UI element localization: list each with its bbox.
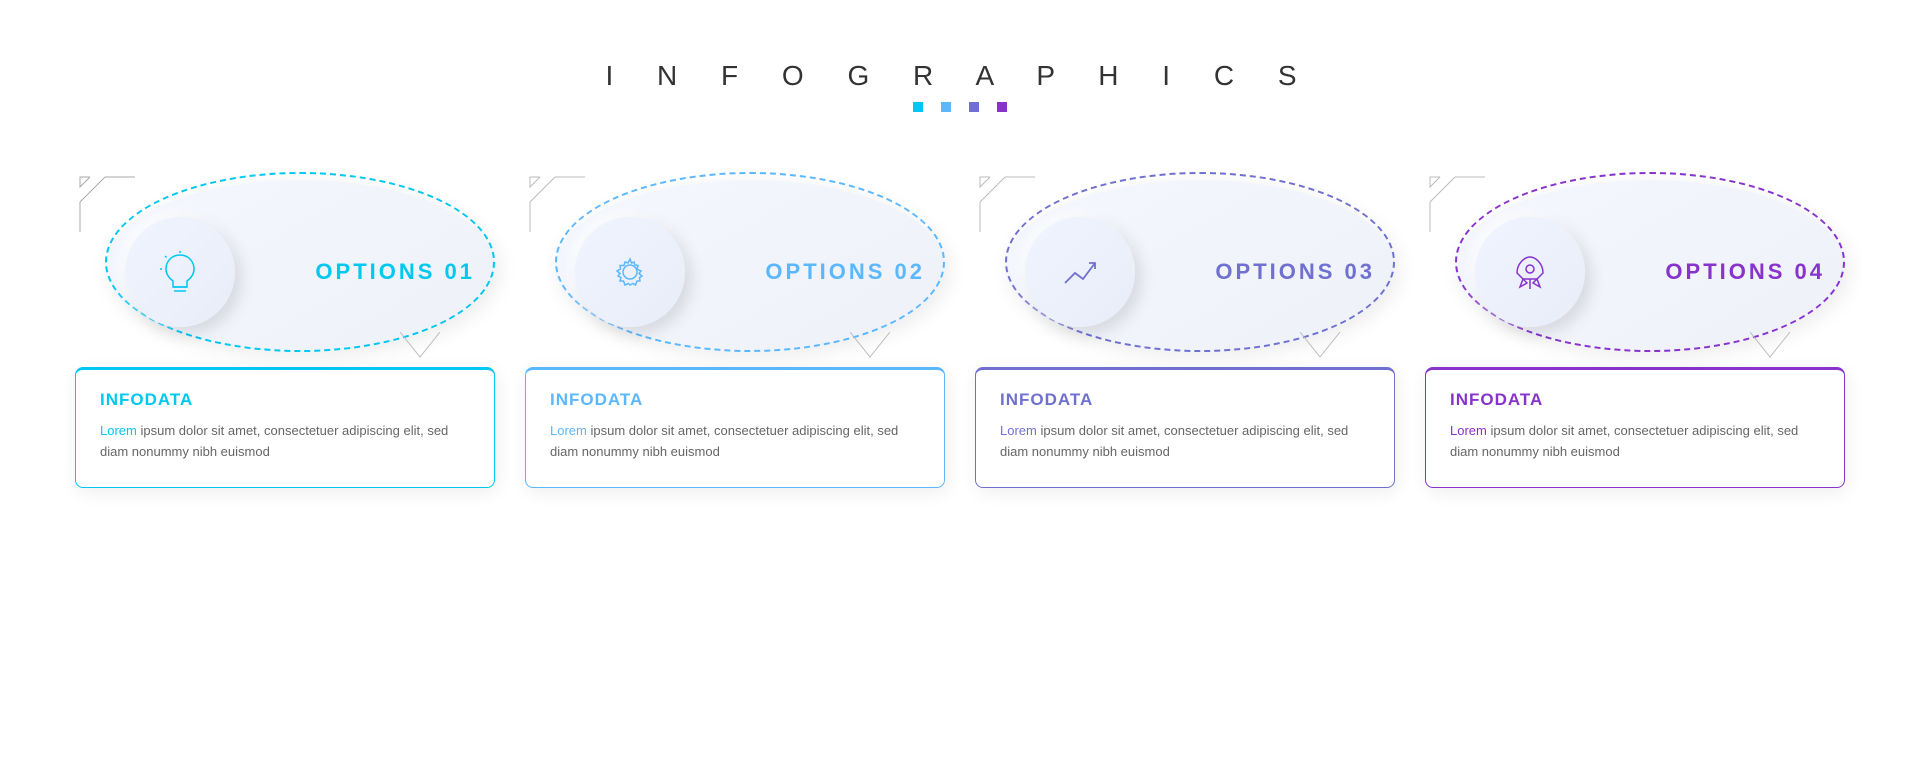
chart-icon <box>1057 249 1103 295</box>
infodata-title-4: INFODATA <box>1450 390 1820 410</box>
card-1-top: OPTIONS 01 <box>75 172 495 372</box>
lorem-word-1: Lorem <box>100 423 137 438</box>
info-text-1: Lorem ipsum dolor sit amet, consectetuer… <box>100 420 470 463</box>
dot-3-icon <box>969 102 979 112</box>
circle-icon-2 <box>575 217 685 327</box>
option-label-3: OPTIONS 03 <box>1215 259 1375 285</box>
circle-icon-4 <box>1475 217 1585 327</box>
lorem-word-4: Lorem <box>1450 423 1487 438</box>
dot-2-icon <box>941 102 951 112</box>
dot-4-icon <box>997 102 1007 112</box>
dot-1-icon <box>913 102 923 112</box>
option-label-2: OPTIONS 02 <box>765 259 925 285</box>
cards-container: OPTIONS 01 INFODATA Lorem ipsum dolor si… <box>15 172 1905 488</box>
body-text-4: ipsum dolor sit amet, consectetuer adipi… <box>1450 423 1798 459</box>
body-text-3: ipsum dolor sit amet, consectetuer adipi… <box>1000 423 1348 459</box>
body-text-1: ipsum dolor sit amet, consectetuer adipi… <box>100 423 448 459</box>
card-bottom-3: INFODATA Lorem ipsum dolor sit amet, con… <box>975 367 1395 488</box>
option-label-4: OPTIONS 04 <box>1665 259 1825 285</box>
card-bottom-4: INFODATA Lorem ipsum dolor sit amet, con… <box>1425 367 1845 488</box>
infodata-title-3: INFODATA <box>1000 390 1370 410</box>
card-bottom-1: INFODATA Lorem ipsum dolor sit amet, con… <box>75 367 495 488</box>
card-2-top: OPTIONS 02 <box>525 172 945 372</box>
bubble-pointer-4-icon <box>1750 332 1790 362</box>
lorem-word-3: Lorem <box>1000 423 1037 438</box>
card-3: OPTIONS 03 INFODATA Lorem ipsum dolor si… <box>975 172 1395 488</box>
info-text-4: Lorem ipsum dolor sit amet, consectetuer… <box>1450 420 1820 463</box>
bubble-pointer-2-icon <box>850 332 890 362</box>
card-bottom-2: INFODATA Lorem ipsum dolor sit amet, con… <box>525 367 945 488</box>
circle-icon-3 <box>1025 217 1135 327</box>
infodata-title-1: INFODATA <box>100 390 470 410</box>
option-label-1: OPTIONS 01 <box>315 259 475 285</box>
page-header: I N F O G R A P H I C S <box>605 60 1314 112</box>
circle-icon-1 <box>125 217 235 327</box>
bubble-pointer-3-icon <box>1300 332 1340 362</box>
rocket-icon <box>1507 249 1553 295</box>
header-dots <box>605 102 1314 112</box>
card-1: OPTIONS 01 INFODATA Lorem ipsum dolor si… <box>75 172 495 488</box>
bulb-icon <box>157 249 203 295</box>
info-text-2: Lorem ipsum dolor sit amet, consectetuer… <box>550 420 920 463</box>
gear-icon <box>607 249 653 295</box>
card-4-top: OPTIONS 04 <box>1425 172 1845 372</box>
body-text-2: ipsum dolor sit amet, consectetuer adipi… <box>550 423 898 459</box>
card-4: OPTIONS 04 INFODATA Lorem ipsum dolor si… <box>1425 172 1845 488</box>
bubble-pointer-1-icon <box>400 332 440 362</box>
info-text-3: Lorem ipsum dolor sit amet, consectetuer… <box>1000 420 1370 463</box>
infodata-title-2: INFODATA <box>550 390 920 410</box>
card-2: OPTIONS 02 INFODATA Lorem ipsum dolor si… <box>525 172 945 488</box>
lorem-word-2: Lorem <box>550 423 587 438</box>
page-title: I N F O G R A P H I C S <box>605 60 1314 92</box>
card-3-top: OPTIONS 03 <box>975 172 1395 372</box>
